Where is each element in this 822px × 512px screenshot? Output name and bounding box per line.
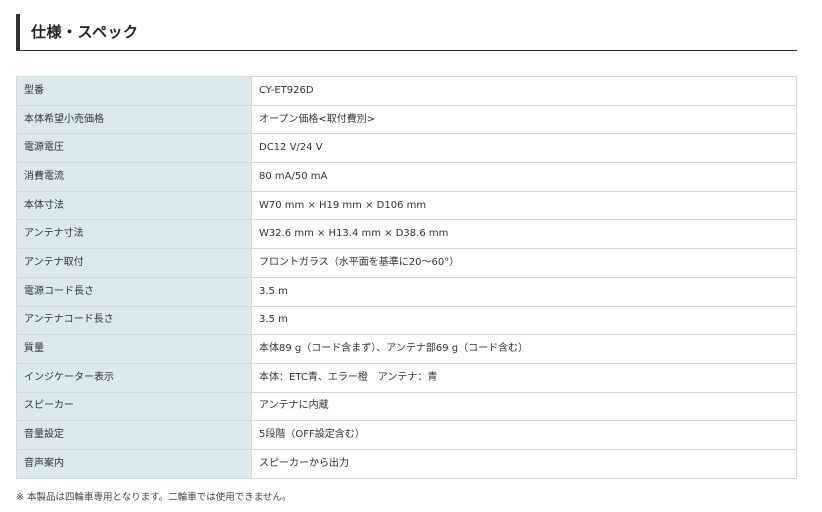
spec-value: スピーカーから出力 — [251, 448, 797, 479]
table-row: インジケーター表示 本体：ETC青、エラー橙 アンテナ：青 — [16, 362, 797, 393]
footnote: ※ 本製品は四輪車専用となります。二輪車では使用できません。 — [16, 492, 292, 503]
table-row: 音量設定 5段階（OFF設定含む） — [16, 420, 797, 450]
spec-value: 80 mA/50 mA — [251, 162, 797, 192]
spec-value: 3.5 m — [251, 276, 797, 307]
spec-value: 5段階（OFF設定含む） — [251, 420, 797, 450]
spec-label: 本体寸法 — [16, 190, 252, 221]
table-row: 質量 本体89 g（コード含まず）、アンテナ部69 g（コード含む） — [16, 334, 797, 364]
spec-label: 質量 — [16, 334, 252, 364]
spec-label: インジケーター表示 — [16, 362, 252, 393]
spec-label: アンテナ寸法 — [16, 219, 252, 250]
spec-value: 3.5 m — [251, 305, 797, 336]
spec-label: 型番 — [16, 76, 252, 106]
table-row: 電源電圧 DC12 V/24 V — [16, 133, 797, 164]
spec-value: W70 mm × H19 mm × D106 mm — [251, 190, 797, 221]
spec-value: フロントガラス（水平面を基準に20～60°） — [251, 248, 797, 278]
spec-label: 電源電圧 — [16, 133, 252, 164]
spec-table: 型番 CY-ET926D 本体希望小売価格 オープン価格<取付費別> 電源電圧 … — [16, 76, 797, 479]
table-row: 消費電流 80 mA/50 mA — [16, 162, 797, 192]
spec-label: 音声案内 — [16, 448, 252, 479]
table-row: スピーカー アンテナに内蔵 — [16, 391, 797, 422]
spec-value: 本体89 g（コード含まず）、アンテナ部69 g（コード含む） — [251, 334, 797, 364]
spec-label: 電源コード長さ — [16, 276, 252, 307]
spec-value: CY-ET926D — [251, 76, 797, 106]
section-header: 仕様・スペック — [16, 14, 797, 51]
spec-label: スピーカー — [16, 391, 252, 422]
table-row: 型番 CY-ET926D — [16, 76, 797, 106]
spec-label: アンテナ取付 — [16, 248, 252, 278]
table-row: 音声案内 スピーカーから出力 — [16, 448, 797, 479]
spec-value: W32.6 mm × H13.4 mm × D38.6 mm — [251, 219, 797, 250]
section-title: 仕様・スペック — [31, 22, 139, 41]
table-row: 電源コード長さ 3.5 m — [16, 276, 797, 307]
table-row: アンテナコード長さ 3.5 m — [16, 305, 797, 336]
spec-value: アンテナに内蔵 — [251, 391, 797, 422]
spec-value: オープン価格<取付費別> — [251, 104, 797, 135]
table-row: 本体希望小売価格 オープン価格<取付費別> — [16, 104, 797, 135]
table-row: アンテナ取付 フロントガラス（水平面を基準に20～60°） — [16, 248, 797, 278]
table-row: 本体寸法 W70 mm × H19 mm × D106 mm — [16, 190, 797, 221]
spec-label: 消費電流 — [16, 162, 252, 192]
spec-label: アンテナコード長さ — [16, 305, 252, 336]
spec-table-body: 型番 CY-ET926D 本体希望小売価格 オープン価格<取付費別> 電源電圧 … — [16, 76, 797, 479]
table-row: アンテナ寸法 W32.6 mm × H13.4 mm × D38.6 mm — [16, 219, 797, 250]
spec-value: DC12 V/24 V — [251, 133, 797, 164]
spec-page: 仕様・スペック 型番 CY-ET926D 本体希望小売価格 オープン価格<取付費… — [0, 0, 822, 512]
spec-label: 本体希望小売価格 — [16, 104, 252, 135]
spec-value: 本体：ETC青、エラー橙 アンテナ：青 — [251, 362, 797, 393]
spec-label: 音量設定 — [16, 420, 252, 450]
